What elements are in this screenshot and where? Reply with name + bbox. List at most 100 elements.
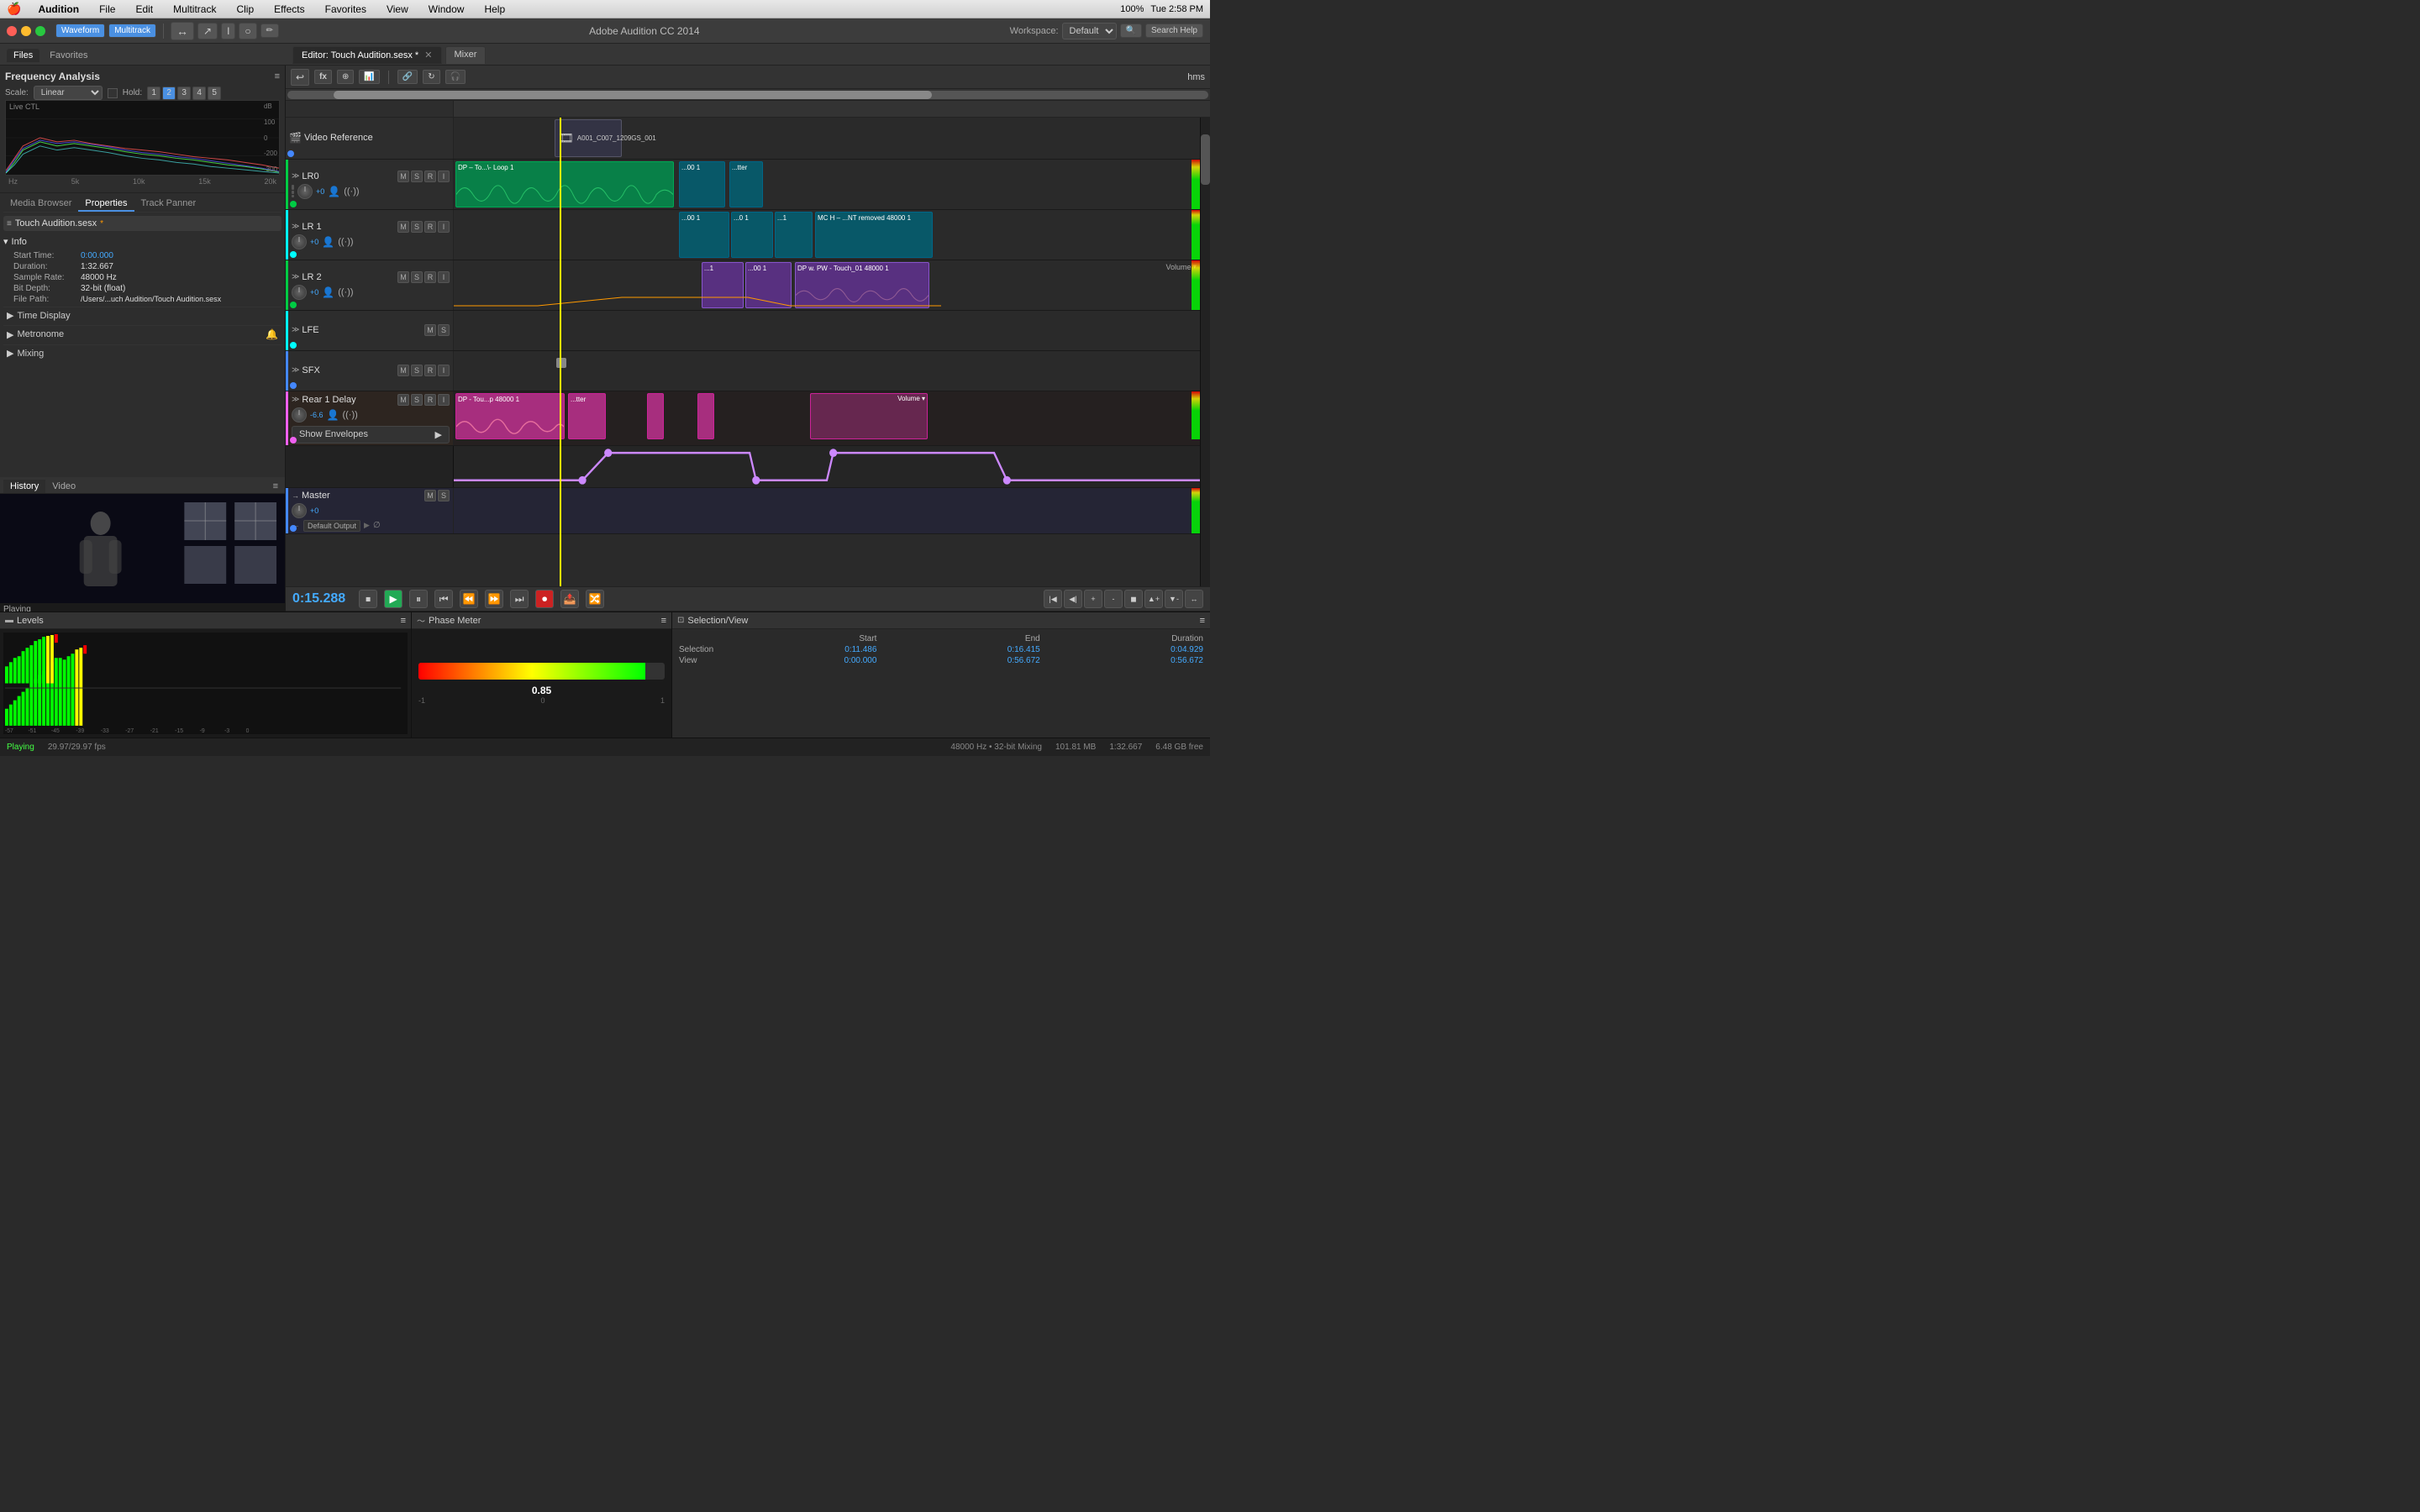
timeline-scroll[interactable] xyxy=(286,89,1210,101)
menu-multitrack[interactable]: Multitrack xyxy=(170,3,219,15)
search-help-button[interactable]: Search Help xyxy=(1145,24,1203,38)
lfe-mute-button[interactable]: M xyxy=(424,324,436,336)
zoom-out-time-button[interactable]: ◀| xyxy=(1064,590,1082,608)
mixer-tab[interactable]: Mixer xyxy=(445,46,487,64)
record-button[interactable]: ⏺ xyxy=(535,590,554,608)
video-clip-a001[interactable]: 🎞 A001_C007_1209GS_001 xyxy=(555,119,622,157)
rear1-record-button[interactable]: R xyxy=(424,394,436,406)
lr1-volume-knob[interactable] xyxy=(292,234,307,249)
rear1-volume-knob[interactable] xyxy=(292,407,307,423)
lr1-clip-3[interactable]: ...1 xyxy=(775,212,813,258)
menu-favorites[interactable]: Favorites xyxy=(322,3,370,15)
lr0-solo-button[interactable]: S xyxy=(411,171,423,182)
lr2-volume-knob[interactable] xyxy=(292,285,307,300)
lr0-track-content[interactable]: DP – To...\- Loop 1 ...00 1 ...tter xyxy=(454,160,1200,209)
info-toggle[interactable]: ▾ Info xyxy=(3,236,281,247)
lr0-clip-3[interactable]: ...tter xyxy=(729,161,763,207)
rear1-input-button[interactable]: I xyxy=(438,394,450,406)
levels-panel-menu-icon[interactable]: ≡ xyxy=(401,616,406,626)
freq-panel-menu-icon[interactable]: ≡ xyxy=(275,71,280,81)
hold-btn-5[interactable]: 5 xyxy=(208,87,221,100)
hold-btn-2[interactable]: 2 xyxy=(162,87,176,100)
metronome-section[interactable]: ▶ Metronome 🔔 xyxy=(3,325,281,343)
menu-clip[interactable]: Clip xyxy=(233,3,257,15)
time-select-button[interactable]: I xyxy=(221,23,235,39)
default-output-button[interactable]: Default Output xyxy=(303,520,360,532)
rear1-clip-4[interactable] xyxy=(697,393,714,439)
return-to-beginning-button[interactable]: ↩ xyxy=(291,69,309,86)
rear1-track-content[interactable]: DP - Tou...p 48000 1 0:11:1t ...tter xyxy=(454,391,1200,445)
lfe-track-content[interactable] xyxy=(454,311,1200,350)
close-button[interactable] xyxy=(7,26,17,36)
lr1-solo-button[interactable]: S xyxy=(411,221,423,233)
master-mute-button[interactable]: M xyxy=(424,490,436,501)
hold-btn-1[interactable]: 1 xyxy=(147,87,160,100)
touch-audition-file[interactable]: ≡ Touch Audition.sesx * xyxy=(3,216,281,231)
sfx-mute-button[interactable]: M xyxy=(397,365,409,376)
rear1-clip-3[interactable] xyxy=(647,393,664,439)
zoom-out-freq-button[interactable]: - xyxy=(1104,590,1123,608)
menu-edit[interactable]: Edit xyxy=(132,3,156,15)
video-reference-track-content[interactable]: 🎞 A001_C007_1209GS_001 xyxy=(454,118,1200,159)
editor-tab-close[interactable]: ✕ xyxy=(424,50,432,60)
zoom-waveform-in-button[interactable]: ▲+ xyxy=(1144,590,1163,608)
zoom-in-freq-button[interactable]: + xyxy=(1084,590,1102,608)
fast-forward-button[interactable]: ⏩ xyxy=(485,590,503,608)
lr2-input-button[interactable]: I xyxy=(438,271,450,283)
track-panner-tab[interactable]: Track Panner xyxy=(134,197,203,212)
mixing-section[interactable]: ▶ Mixing xyxy=(3,344,281,361)
zoom-full-button[interactable]: ↔ xyxy=(1185,590,1203,608)
zoom-fit-button[interactable]: ◼ xyxy=(1124,590,1143,608)
lr0-clip-1[interactable]: DP – To...\- Loop 1 xyxy=(455,161,674,207)
app-menu-audition[interactable]: Audition xyxy=(34,3,82,15)
sfx-input-button[interactable]: I xyxy=(438,365,450,376)
lr1-record-button[interactable]: R xyxy=(424,221,436,233)
tracks-scrollbar[interactable] xyxy=(1200,118,1210,586)
play-button[interactable]: ▶ xyxy=(384,590,402,608)
lr2-solo-button[interactable]: S xyxy=(411,271,423,283)
lasso-tool-button[interactable]: ○ xyxy=(239,23,256,39)
lr0-clip-2[interactable]: ...00 1 xyxy=(679,161,725,207)
master-track-content[interactable] xyxy=(454,488,1200,533)
rear1-clip-1[interactable]: DP - Tou...p 48000 1 0:11:1t xyxy=(455,393,565,439)
rewind-button[interactable]: ⏪ xyxy=(460,590,478,608)
history-tab[interactable]: History xyxy=(3,480,45,493)
hold-btn-4[interactable]: 4 xyxy=(192,87,206,100)
menu-window[interactable]: Window xyxy=(425,3,468,15)
selection-panel-menu-icon[interactable]: ≡ xyxy=(1200,616,1205,626)
files-tab[interactable]: Files xyxy=(7,49,39,62)
sfx-track-content[interactable] xyxy=(454,351,1200,391)
select-tool-button[interactable]: ↗ xyxy=(197,23,218,39)
tracks-scrollbar-thumb[interactable] xyxy=(1201,134,1210,185)
apple-menu[interactable]: 🍎 xyxy=(7,2,21,16)
pause-button[interactable]: ⏸ xyxy=(409,590,428,608)
lr0-mute-button[interactable]: M xyxy=(397,171,409,182)
maximize-button[interactable] xyxy=(35,26,45,36)
monitor-button[interactable]: 🎧 xyxy=(445,70,466,84)
rear1-solo-button[interactable]: S xyxy=(411,394,423,406)
sfx-clip-marker[interactable] xyxy=(556,358,566,368)
waveform-mode-button[interactable]: Waveform xyxy=(55,24,105,38)
menu-file[interactable]: File xyxy=(96,3,118,15)
minimize-button[interactable] xyxy=(21,26,31,36)
snap-button[interactable]: 🔗 xyxy=(397,70,418,84)
menu-help[interactable]: Help xyxy=(481,3,508,15)
lr1-clip-2[interactable]: ...0 1 xyxy=(731,212,773,258)
stop-button[interactable]: ⏹ xyxy=(359,590,377,608)
media-browser-tab[interactable]: Media Browser xyxy=(3,197,78,212)
skip-to-end-button[interactable]: ⏭ xyxy=(510,590,529,608)
freq-copy-button[interactable] xyxy=(108,88,118,98)
envelope-content[interactable] xyxy=(454,446,1200,487)
add-track-button[interactable]: ⊕ xyxy=(337,70,354,84)
favorites-tab[interactable]: Favorites xyxy=(43,49,94,62)
skip-to-start-button[interactable]: ⏮ xyxy=(434,590,453,608)
zoom-waveform-out-button[interactable]: ▼- xyxy=(1165,590,1183,608)
sfx-solo-button[interactable]: S xyxy=(411,365,423,376)
loop-toggle-button[interactable]: 🔀 xyxy=(586,590,604,608)
lfe-solo-button[interactable]: S xyxy=(438,324,450,336)
editor-tab[interactable]: Editor: Touch Audition.sesx * ✕ xyxy=(292,46,442,64)
effects-button[interactable]: fx xyxy=(314,70,332,84)
lr2-clip-1[interactable]: ...1 xyxy=(702,262,744,308)
pencil-tool-button[interactable]: ✏ xyxy=(260,24,279,38)
lr1-clip-4[interactable]: MC H – ...NT removed 48000 1 xyxy=(815,212,933,258)
